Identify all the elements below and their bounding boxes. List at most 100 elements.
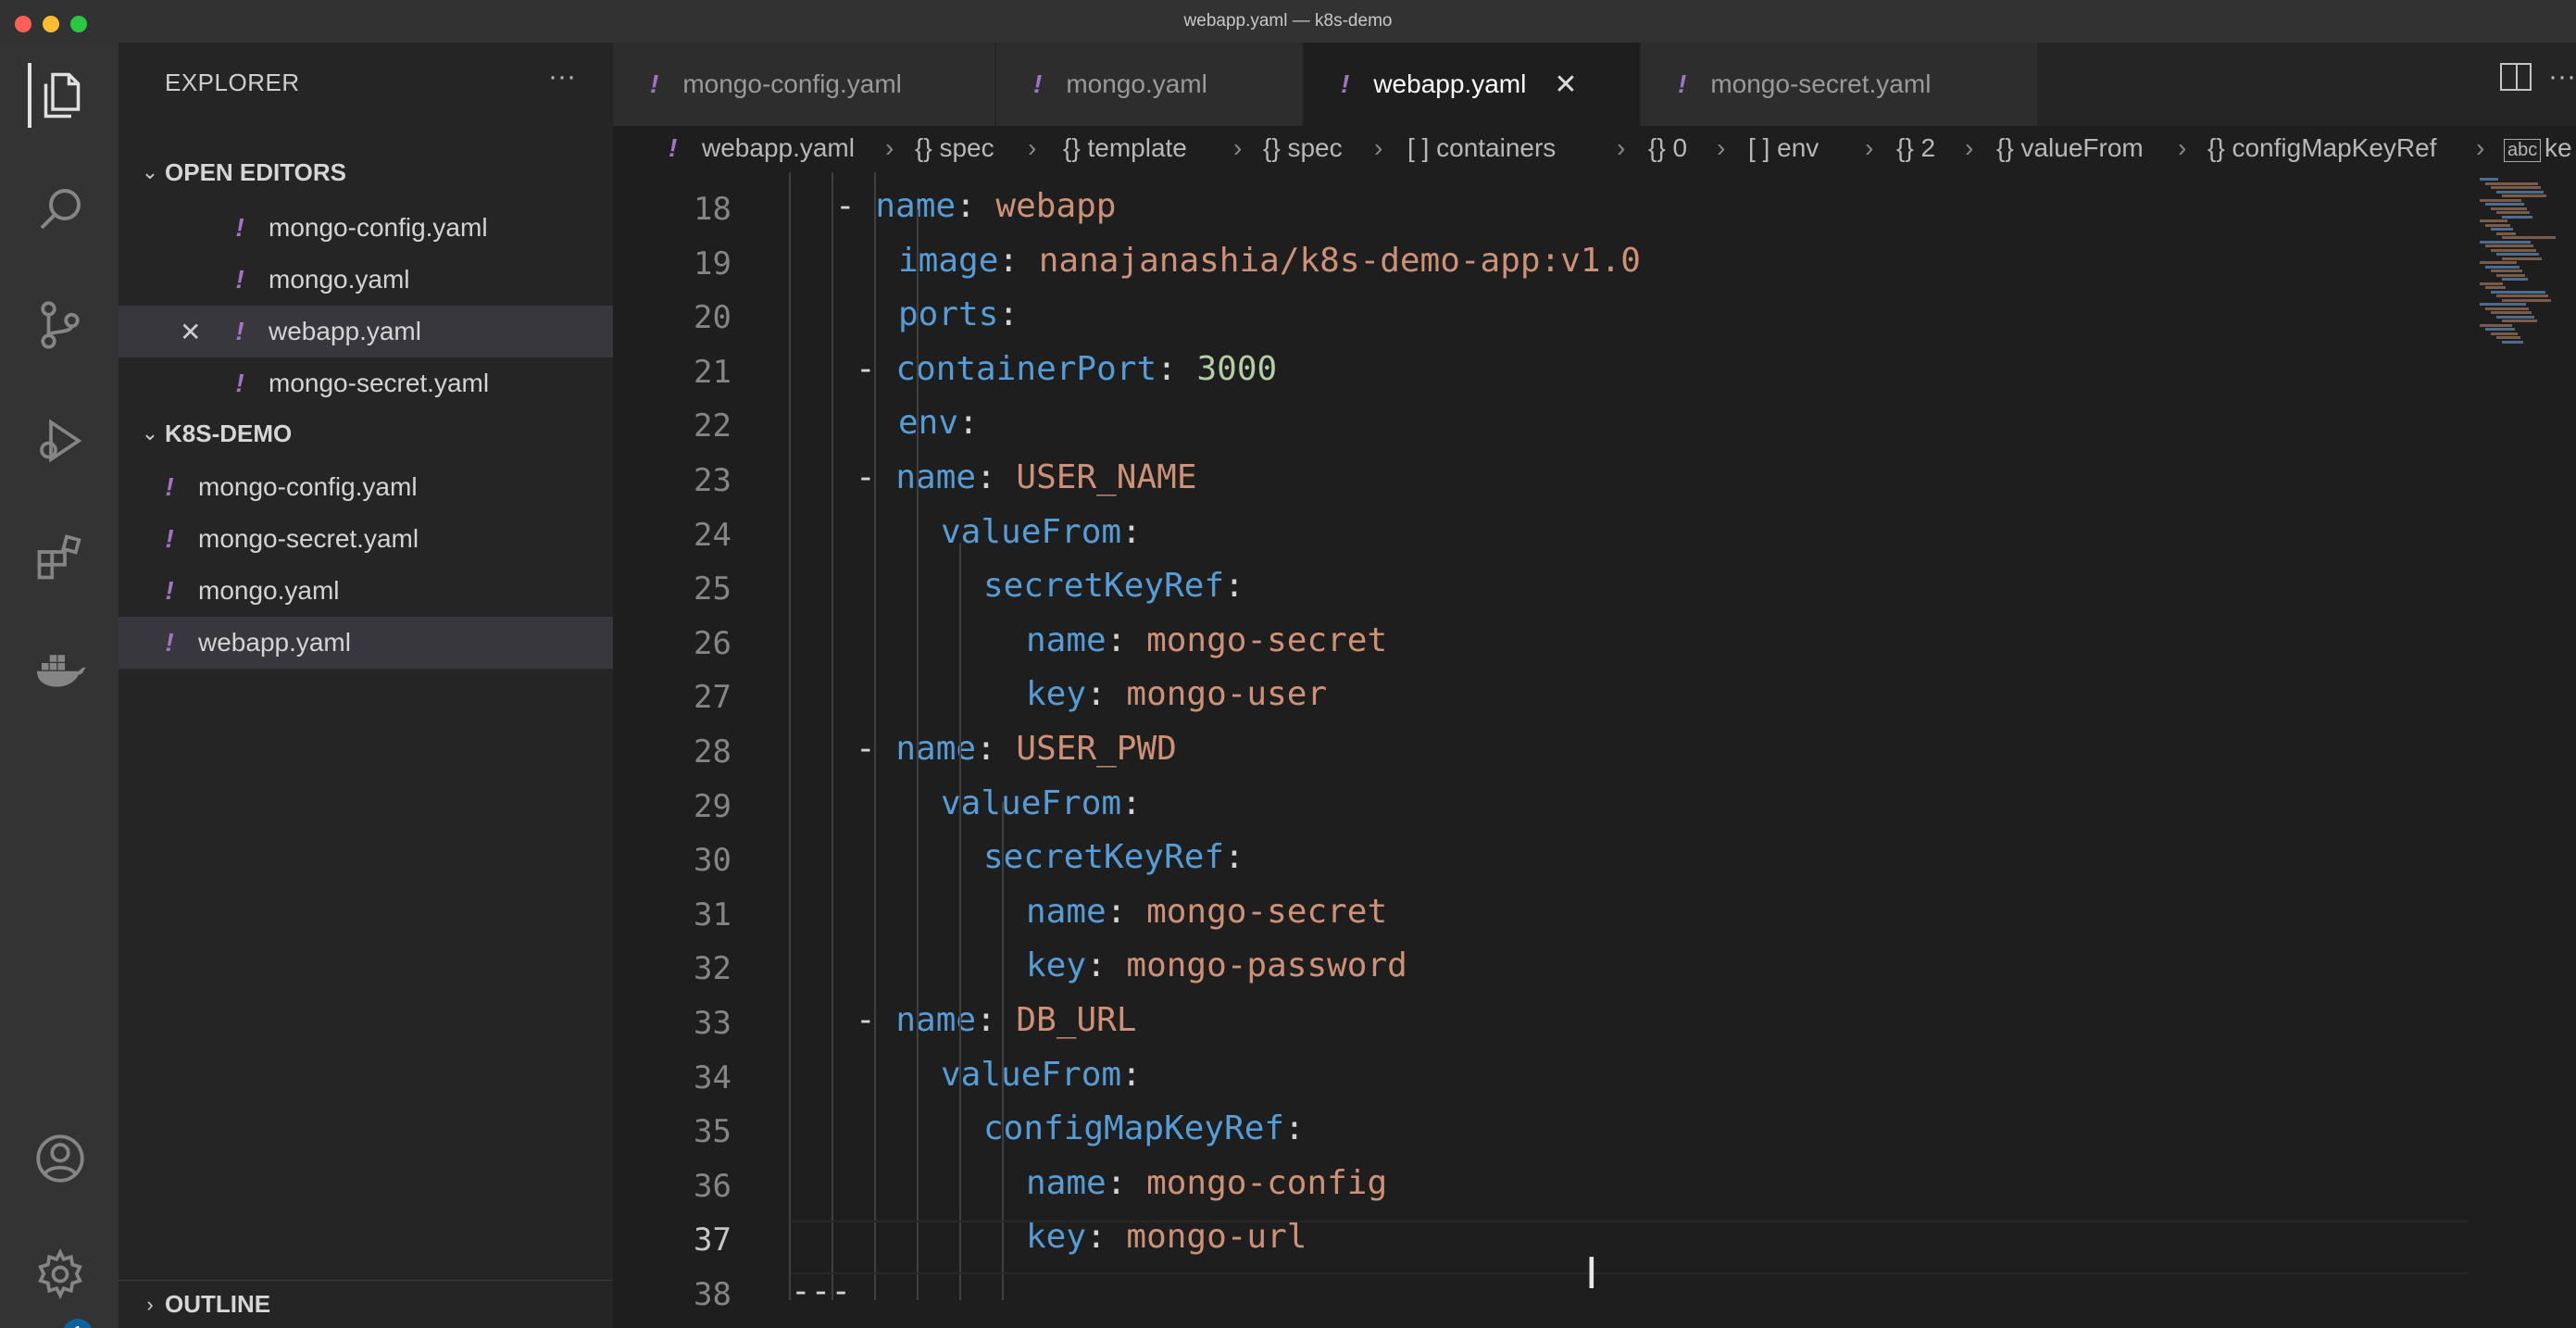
minimap-line — [2491, 228, 2513, 231]
minimap-line — [2480, 198, 2521, 202]
colon: : — [1106, 892, 1147, 931]
breadcrumb: ! webapp.yaml › {} spec › {} template › … — [613, 126, 2576, 172]
code-line: secretKeyRef: — [983, 567, 1264, 605]
tab-mongo-secret[interactable]: ! mongo-secret.yaml — [1641, 43, 2037, 126]
project-file-item[interactable]: ! mongo-secret.yaml — [119, 513, 613, 565]
line-number: 22 — [694, 407, 732, 445]
open-editor-item[interactable]: ! mongo.yaml — [119, 254, 613, 306]
code-line: - name: webapp — [835, 187, 1116, 225]
yaml-key: containerPort — [895, 349, 1157, 388]
line-number: 38 — [694, 1276, 732, 1313]
indent-guide — [874, 172, 876, 1300]
open-editors-section[interactable]: ⌄ OPEN EDITORS — [119, 148, 613, 196]
tab-label: webapp.yaml — [1373, 69, 1527, 98]
project-file-item-selected[interactable]: ! webapp.yaml — [119, 617, 613, 669]
line-number: 24 — [694, 516, 732, 554]
code-line: secretKeyRef: — [983, 838, 1264, 876]
code-line: key: mongo-password — [1026, 946, 1407, 984]
minimap-line — [2485, 265, 2520, 269]
line-number: 27 — [694, 679, 732, 717]
minimap-line — [2485, 307, 2529, 310]
breadcrumb-item[interactable]: {} valueFrom — [1996, 133, 2144, 163]
tab-label: mongo.yaml — [1066, 69, 1207, 98]
breadcrumb-item[interactable]: [ ] containers — [1407, 133, 1556, 163]
yaml-key: valueFrom — [941, 1055, 1122, 1094]
yaml-value: USER_PWD — [1016, 730, 1177, 768]
chevron-right-icon: › — [1028, 133, 1037, 162]
colon: : — [958, 404, 999, 443]
minimap-line — [2502, 278, 2528, 281]
more-actions-icon[interactable]: ··· — [2548, 61, 2576, 93]
code-editor[interactable]: 18 - name: webapp 19 image: nanajanashia/k8… — [613, 172, 2576, 1328]
yaml-key: name — [875, 187, 957, 225]
yaml-key: image — [898, 241, 999, 280]
chevron-right-icon: › — [1965, 133, 1974, 162]
breadcrumb-item[interactable]: {} 2 — [1896, 133, 1935, 163]
run-debug-icon[interactable] — [28, 408, 93, 473]
minimap[interactable] — [2472, 172, 2576, 357]
file-label: mongo-config.yaml — [198, 472, 418, 501]
yaml-value: mongo-secret — [1146, 620, 1388, 659]
breadcrumb-item[interactable]: [ ] env — [1748, 133, 1819, 163]
breadcrumb-item[interactable]: {} spec — [915, 133, 994, 163]
chevron-right-icon: › — [885, 133, 894, 162]
tab-mongo-config[interactable]: ! mongo-config.yaml — [613, 43, 994, 126]
yaml-value: mongo-password — [1126, 946, 1407, 985]
open-editor-item-active[interactable]: ✕ ! webapp.yaml — [119, 306, 613, 357]
open-editor-item[interactable]: ! mongo-config.yaml — [119, 202, 613, 254]
yaml-key: valueFrom — [941, 783, 1122, 822]
colon: : — [1224, 567, 1265, 606]
project-section[interactable]: ⌄ K8S-DEMO — [119, 409, 613, 457]
yaml-key: name — [1026, 892, 1107, 931]
colon: : — [1284, 1109, 1325, 1148]
breadcrumb-item[interactable]: ke — [2545, 133, 2572, 163]
open-editor-item[interactable]: ! mongo-secret.yaml — [119, 357, 613, 409]
minimap-line — [2480, 219, 2507, 222]
minimap-line — [2491, 290, 2545, 294]
line-number: 31 — [694, 896, 732, 933]
colon: : — [1224, 838, 1265, 877]
breadcrumb-item[interactable]: {} template — [1063, 133, 1187, 163]
breadcrumb-item[interactable]: {} 0 — [1648, 133, 1687, 163]
line-number: 30 — [694, 842, 732, 880]
source-control-icon[interactable] — [28, 293, 93, 357]
colon: : — [998, 295, 1039, 334]
more-actions-icon[interactable]: ··· — [548, 61, 576, 93]
split-editor-icon[interactable] — [2500, 63, 2532, 91]
outline-section[interactable]: › OUTLINE — [119, 1280, 613, 1328]
project-file-item[interactable]: ! mongo-config.yaml — [119, 461, 613, 513]
minimap-line — [2496, 336, 2520, 339]
tab-webapp[interactable]: ! webapp.yaml ✕ — [1304, 43, 1639, 126]
chevron-right-icon: › — [1374, 133, 1383, 162]
yaml-key: key — [1026, 946, 1087, 985]
code-line: valueFrom: — [941, 784, 1161, 822]
settings-gear-icon[interactable] — [28, 1242, 93, 1307]
yaml-file-icon: ! — [165, 472, 174, 501]
yaml-value: --- — [791, 1272, 852, 1310]
search-icon[interactable] — [28, 177, 93, 242]
close-editor-icon[interactable]: ✕ — [180, 317, 201, 347]
chevron-right-icon: › — [1233, 133, 1243, 162]
chevron-right-icon: › — [2178, 133, 2187, 162]
docker-icon[interactable] — [28, 635, 93, 700]
minimap-line — [2502, 194, 2546, 197]
chevron-right-icon: › — [1865, 133, 1874, 162]
minimap-line — [2502, 298, 2551, 302]
breadcrumb-item[interactable]: webapp.yaml — [702, 133, 855, 163]
breadcrumb-item[interactable]: {} configMapKeyRef — [2207, 133, 2437, 163]
accounts-icon[interactable] — [28, 1126, 93, 1191]
extensions-icon[interactable] — [28, 524, 93, 589]
project-file-item[interactable]: ! mongo.yaml — [119, 565, 613, 617]
indent-guide — [917, 209, 919, 1300]
line-number: 33 — [694, 1005, 732, 1042]
explorer-icon[interactable] — [28, 63, 93, 128]
colon: : — [998, 241, 1039, 280]
chevron-right-icon: › — [1617, 133, 1626, 162]
tab-mongo[interactable]: ! mongo.yaml — [996, 43, 1302, 126]
yaml-value: mongo-config — [1146, 1163, 1388, 1202]
indent-guide — [789, 172, 791, 1300]
close-tab-icon[interactable]: ✕ — [1554, 69, 1577, 101]
breadcrumb-item[interactable]: {} spec — [1263, 133, 1343, 163]
minimap-line — [2480, 282, 2503, 285]
yaml-key: secretKeyRef — [983, 567, 1225, 606]
